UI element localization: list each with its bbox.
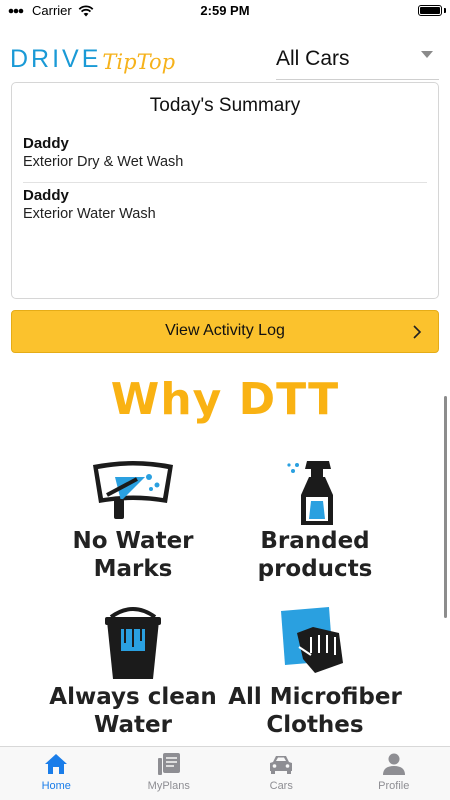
- entry-service: Exterior Water Wash: [23, 206, 156, 222]
- tab-cars[interactable]: Cars: [225, 747, 338, 800]
- summary-entry: Daddy Exterior Dry & Wet Wash: [23, 135, 427, 183]
- summary-card: Today's Summary Daddy Exterior Dry & Wet…: [11, 82, 439, 299]
- status-time: 2:59 PM: [200, 3, 250, 18]
- car-filter-value: All Cars: [276, 47, 350, 70]
- status-bar: Carrier 2:59 PM: [0, 0, 450, 22]
- feature-text-line: Branded: [260, 528, 370, 554]
- feature-text-line: Water: [93, 712, 172, 738]
- logo-tiptop-text: TipTop: [102, 50, 176, 74]
- feature-text-line: No Water: [72, 528, 194, 554]
- microfiber-cloth-icon: [281, 607, 343, 673]
- entry-service: Exterior Dry & Wet Wash: [23, 154, 184, 170]
- feature-text-line: All Microfiber: [228, 684, 402, 710]
- tab-profile[interactable]: Profile: [338, 747, 450, 800]
- feature-text-line: Always clean: [49, 684, 217, 710]
- car-icon: [270, 756, 293, 774]
- feature-microfiber-clothes: All Microfiber Clothes: [215, 603, 415, 739]
- feature-text-line: Marks: [93, 556, 173, 582]
- feature-no-water-marks: No Water Marks: [33, 455, 233, 583]
- bucket-icon: [105, 607, 161, 679]
- scroll-indicator[interactable]: [444, 396, 447, 618]
- why-dtt-title: Why DTT: [110, 374, 340, 425]
- battery-tip: [444, 8, 446, 13]
- entry-name: Daddy: [23, 187, 69, 204]
- summary-title: Today's Summary: [149, 95, 301, 116]
- tab-label: Profile: [378, 780, 410, 792]
- app-logo: DRIVE TipTop: [10, 40, 175, 74]
- feature-text-line: Clothes: [266, 712, 364, 738]
- feature-always-clean-water: Always clean Water: [33, 603, 233, 739]
- tab-bar: Home MyPlans Cars Profile: [0, 746, 450, 800]
- feature-text-line: products: [257, 556, 373, 582]
- feature-branded-products: Branded products: [215, 455, 415, 583]
- windshield-icon: [93, 461, 173, 519]
- profile-icon: [382, 753, 405, 775]
- spray-bottle-icon: [287, 461, 333, 525]
- tab-label: Home: [41, 780, 71, 792]
- activity-button-label: View Activity Log: [165, 322, 285, 339]
- tab-home[interactable]: Home: [0, 747, 113, 800]
- chevron-right-icon: [413, 325, 422, 339]
- tab-myplans[interactable]: MyPlans: [113, 747, 226, 800]
- home-icon: [45, 754, 68, 774]
- entry-name: Daddy: [23, 135, 69, 152]
- view-activity-log-button[interactable]: View Activity Log: [11, 310, 439, 353]
- caret-down-icon: [421, 51, 433, 58]
- summary-entry: Daddy Exterior Water Wash: [23, 187, 427, 235]
- car-filter-select[interactable]: All Cars: [276, 42, 439, 80]
- plans-icon: [157, 753, 180, 775]
- tab-label: MyPlans: [147, 780, 190, 792]
- logo-drive-text: DRIVE: [10, 45, 102, 73]
- tab-label: Cars: [269, 780, 293, 792]
- battery-icon: [418, 5, 442, 16]
